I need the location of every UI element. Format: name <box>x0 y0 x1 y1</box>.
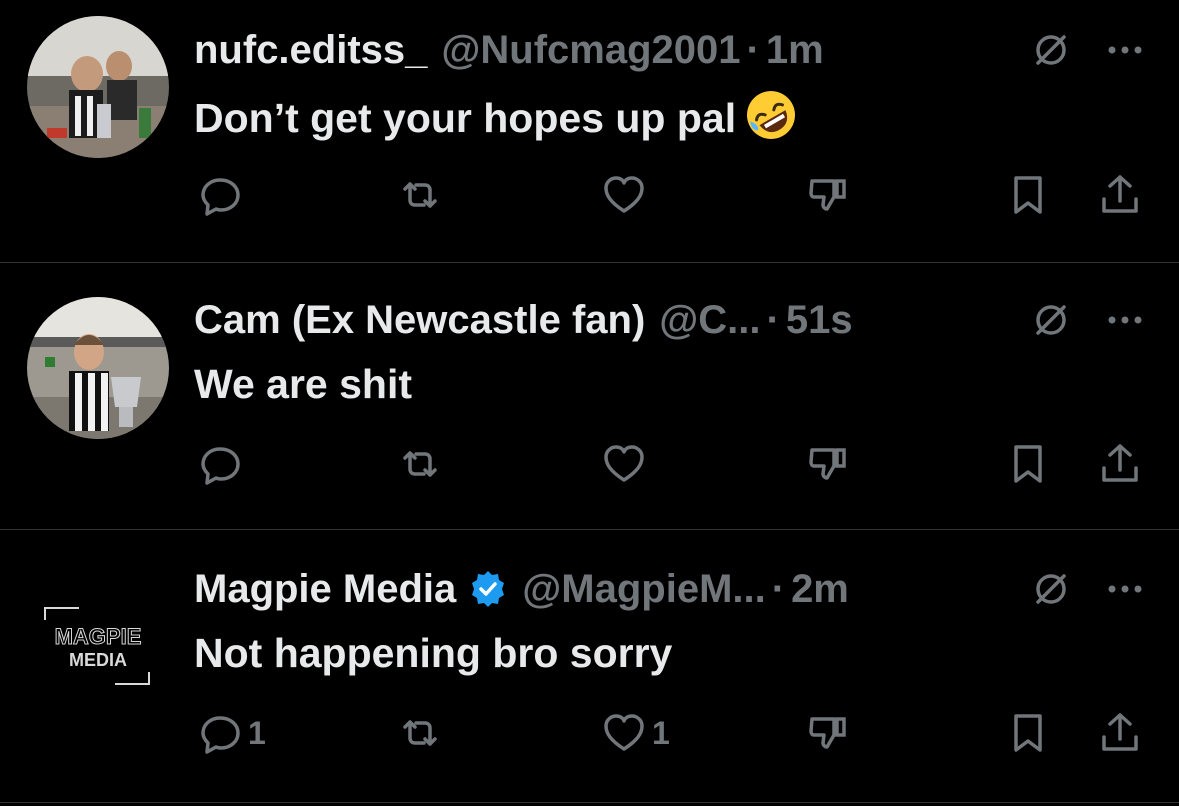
like-button[interactable] <box>600 170 648 220</box>
tweet-text: We are shit <box>194 356 412 412</box>
display-name[interactable]: Magpie Media <box>194 559 456 619</box>
grok-icon[interactable] <box>1028 30 1074 70</box>
display-name[interactable]: Cam (Ex Newcastle fan) <box>194 290 645 350</box>
tweet-header: Cam (Ex Newcastle fan) @C... · 51s <box>194 290 853 350</box>
handle[interactable]: @C... <box>659 290 760 350</box>
avatar[interactable] <box>27 297 169 439</box>
like-button[interactable] <box>600 439 648 489</box>
bookmark-button[interactable] <box>1004 170 1052 220</box>
tweet-text-content: Not happening bro sorry <box>194 630 673 676</box>
divider <box>0 802 1179 803</box>
reply-count: 1 <box>248 714 266 751</box>
grok-icon[interactable] <box>1028 569 1074 609</box>
reply-button[interactable] <box>196 439 244 489</box>
like-button[interactable]: 1 <box>600 708 670 758</box>
downvote-button[interactable] <box>804 170 852 220</box>
tweet[interactable]: Cam (Ex Newcastle fan) @C... · 51s We ar… <box>0 263 1179 529</box>
share-button[interactable] <box>1096 170 1144 220</box>
reply-button[interactable] <box>196 170 244 220</box>
reply-button[interactable]: 1 <box>196 708 266 758</box>
more-options-icon[interactable] <box>1105 30 1145 70</box>
tweet-header: Magpie Media @MagpieM... · 2m <box>194 559 849 619</box>
tweet-text: Not happening bro sorry <box>194 625 672 681</box>
display-name[interactable]: nufc.editss_ <box>194 20 427 80</box>
avatar[interactable] <box>27 16 169 158</box>
bookmark-button[interactable] <box>1004 439 1052 489</box>
separator-dot: · <box>746 28 760 72</box>
repost-button[interactable] <box>396 708 444 758</box>
tweet[interactable]: nufc.editss_ @Nufcmag2001 · 1m Don’t get… <box>0 0 1179 262</box>
avatar[interactable]: MAGPIE MEDIA <box>27 570 169 712</box>
like-count: 1 <box>652 714 670 751</box>
more-options-icon[interactable] <box>1105 300 1145 340</box>
tweet-text: Don’t get your hopes up pal <box>194 88 798 146</box>
tweet-text-content: Don’t get your hopes up pal <box>194 95 737 141</box>
rolling-on-floor-laughing-emoji-icon <box>744 88 798 142</box>
repost-button[interactable] <box>396 439 444 489</box>
repost-button[interactable] <box>396 170 444 220</box>
tweet[interactable]: MAGPIE MEDIA Magpie Media @MagpieM... · … <box>0 530 1179 800</box>
downvote-button[interactable] <box>804 439 852 489</box>
timestamp[interactable]: 51s <box>786 290 853 350</box>
more-options-icon[interactable] <box>1105 569 1145 609</box>
separator-dot: · <box>766 298 780 342</box>
logo-line2: MEDIA <box>69 650 127 670</box>
grok-icon[interactable] <box>1028 300 1074 340</box>
timestamp[interactable]: 1m <box>766 20 824 80</box>
timestamp[interactable]: 2m <box>791 559 849 619</box>
handle[interactable]: @Nufcmag2001 <box>441 20 740 80</box>
handle[interactable]: @MagpieM... <box>522 559 765 619</box>
downvote-button[interactable] <box>804 708 852 758</box>
share-button[interactable] <box>1096 708 1144 758</box>
tweet-text-content: We are shit <box>194 361 412 407</box>
share-button[interactable] <box>1096 439 1144 489</box>
separator-dot: · <box>771 567 786 611</box>
bookmark-button[interactable] <box>1004 708 1052 758</box>
logo-line1: MAGPIE <box>55 624 142 649</box>
verified-badge-icon <box>468 569 508 609</box>
tweet-header: nufc.editss_ @Nufcmag2001 · 1m <box>194 20 824 80</box>
